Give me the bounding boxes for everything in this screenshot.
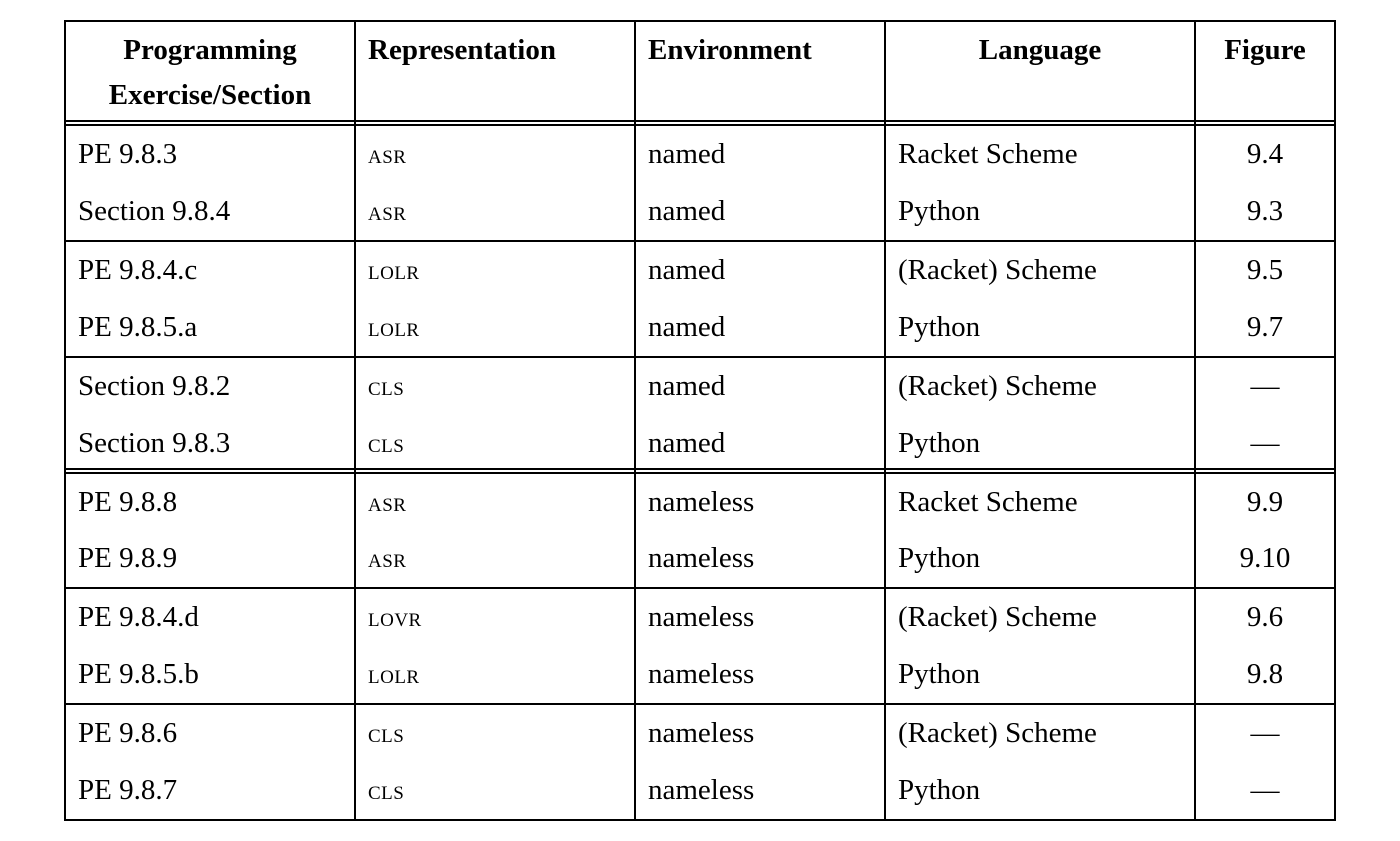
cell: lolr [355, 646, 635, 704]
cell: Python [885, 762, 1195, 820]
cell: cls [355, 704, 635, 762]
cell: asr [355, 183, 635, 241]
cell: PE 9.8.7 [65, 762, 355, 820]
representation-value: cls [368, 717, 404, 748]
cell: Python [885, 299, 1195, 357]
cell: cls [355, 415, 635, 473]
table-row: PE 9.8.7 cls namelessPython— [65, 762, 1335, 820]
cell: 9.8 [1195, 646, 1335, 704]
cell: Racket Scheme [885, 473, 1195, 531]
cell: — [1195, 704, 1335, 762]
cell: nameless [635, 588, 885, 646]
cell: (Racket) Scheme [885, 357, 1195, 415]
cell: PE 9.8.5.a [65, 299, 355, 357]
cell: 9.7 [1195, 299, 1335, 357]
table-row: PE 9.8.5.a lolr namedPython9.7 [65, 299, 1335, 357]
cell: — [1195, 357, 1335, 415]
cell: 9.6 [1195, 588, 1335, 646]
table-row: PE 9.8.3 asr namedRacket Scheme9.4 [65, 125, 1335, 183]
header-representation: Representation [355, 21, 635, 125]
header-language: Language [885, 21, 1195, 125]
cell: PE 9.8.4.d [65, 588, 355, 646]
representation-value: lolr [368, 254, 420, 285]
representation-value: cls [368, 774, 404, 805]
header-environment: Environment [635, 21, 885, 125]
cell: 9.5 [1195, 241, 1335, 299]
cell: Section 9.8.3 [65, 415, 355, 473]
cell: asr [355, 125, 635, 183]
representation-value: cls [368, 370, 404, 401]
cell: PE 9.8.5.b [65, 646, 355, 704]
cell: PE 9.8.8 [65, 473, 355, 531]
cell: Python [885, 415, 1195, 473]
table-header-row: Programming Exercise/Section Representat… [65, 21, 1335, 125]
cell: asr [355, 530, 635, 588]
cell: (Racket) Scheme [885, 588, 1195, 646]
cell: nameless [635, 646, 885, 704]
table-row: PE 9.8.8 asr namelessRacket Scheme9.9 [65, 473, 1335, 531]
cell: named [635, 125, 885, 183]
header-exercise-line1: Programming [123, 34, 296, 66]
cell: Section 9.8.2 [65, 357, 355, 415]
table-row: PE 9.8.5.b lolr namelessPython9.8 [65, 646, 1335, 704]
cell: cls [355, 357, 635, 415]
cell: cls [355, 762, 635, 820]
cell: PE 9.8.3 [65, 125, 355, 183]
table-row: Section 9.8.3 cls namedPython— [65, 415, 1335, 473]
cell: 9.9 [1195, 473, 1335, 531]
cell: 9.10 [1195, 530, 1335, 588]
cell: lovr [355, 588, 635, 646]
cell: PE 9.8.4.c [65, 241, 355, 299]
cell: Python [885, 646, 1195, 704]
cell: Section 9.8.4 [65, 183, 355, 241]
representation-value: lolr [368, 311, 420, 342]
cell: named [635, 415, 885, 473]
cell: lolr [355, 241, 635, 299]
representation-value: asr [368, 486, 406, 517]
representation-value: cls [368, 427, 404, 458]
header-exercise-line2: Exercise/Section [109, 79, 311, 111]
cell: (Racket) Scheme [885, 704, 1195, 762]
representation-value: asr [368, 138, 406, 169]
table-body: PE 9.8.3asrnamedRacket Scheme9.4Section … [65, 125, 1335, 820]
representation-value: lovr [368, 601, 422, 632]
cell: named [635, 183, 885, 241]
table-row: PE 9.8.4.d lovr nameless(Racket) Scheme9.6 [65, 588, 1335, 646]
cell: PE 9.8.9 [65, 530, 355, 588]
cell: nameless [635, 704, 885, 762]
cell: Racket Scheme [885, 125, 1195, 183]
header-figure: Figure [1195, 21, 1335, 125]
cell: — [1195, 415, 1335, 473]
table-row: PE 9.8.9 asr namelessPython9.10 [65, 530, 1335, 588]
programming-exercises-table: Programming Exercise/Section Representat… [64, 20, 1336, 821]
cell: named [635, 357, 885, 415]
table-row: Section 9.8.4 asr namedPython9.3 [65, 183, 1335, 241]
table-container: Programming Exercise/Section Representat… [64, 20, 1336, 821]
cell: Python [885, 530, 1195, 588]
cell: (Racket) Scheme [885, 241, 1195, 299]
table-row: Section 9.8.2 cls named(Racket) Scheme— [65, 357, 1335, 415]
cell: 9.3 [1195, 183, 1335, 241]
cell: — [1195, 762, 1335, 820]
table-row: PE 9.8.4.c lolr named(Racket) Scheme9.5 [65, 241, 1335, 299]
cell: named [635, 241, 885, 299]
cell: Python [885, 183, 1195, 241]
representation-value: asr [368, 542, 406, 573]
cell: named [635, 299, 885, 357]
cell: asr [355, 473, 635, 531]
cell: PE 9.8.6 [65, 704, 355, 762]
header-exercise: Programming Exercise/Section [65, 21, 355, 125]
cell: 9.4 [1195, 125, 1335, 183]
representation-value: lolr [368, 658, 420, 689]
cell: nameless [635, 762, 885, 820]
table-row: PE 9.8.6 cls nameless(Racket) Scheme— [65, 704, 1335, 762]
representation-value: asr [368, 195, 406, 226]
cell: nameless [635, 530, 885, 588]
cell: nameless [635, 473, 885, 531]
cell: lolr [355, 299, 635, 357]
